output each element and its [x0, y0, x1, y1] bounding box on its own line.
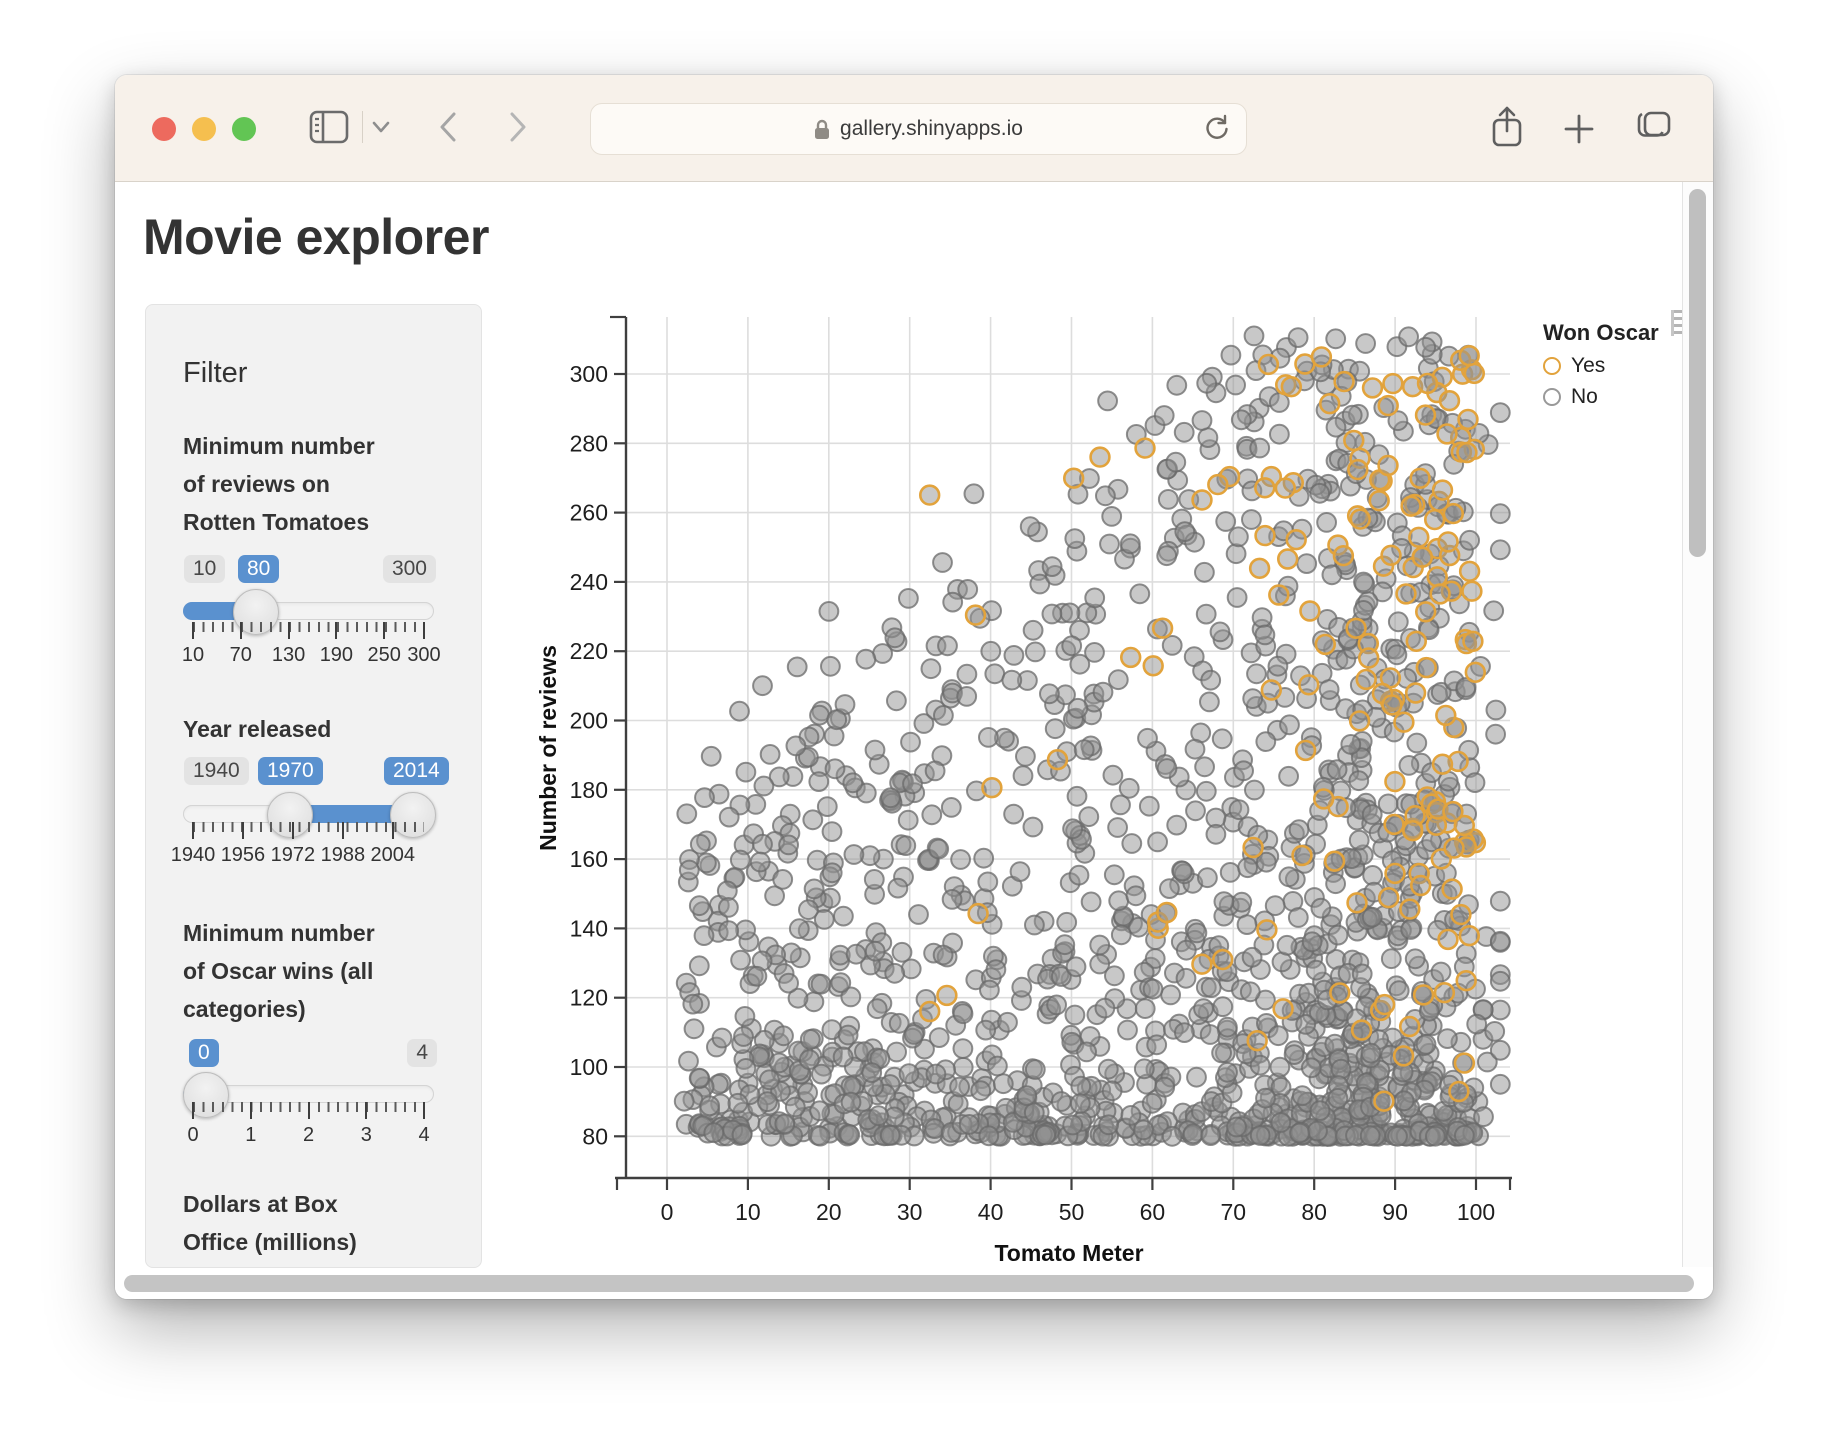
svg-text:Number of reviews: Number of reviews [535, 645, 561, 851]
slider-boxoffice-label: Dollars at BoxOffice (millions) [183, 1185, 458, 1261]
horizontal-scrollbar-thumb[interactable] [124, 1275, 1694, 1292]
svg-text:100: 100 [1457, 1199, 1495, 1225]
chevron-down-icon[interactable] [371, 120, 391, 134]
page-title: Movie explorer [143, 208, 489, 266]
svg-text:280: 280 [570, 430, 608, 456]
slider-reviews-badges: 10 80 300 [146, 555, 481, 587]
svg-text:100: 100 [570, 1054, 608, 1080]
svg-text:40: 40 [978, 1199, 1004, 1225]
back-icon[interactable] [437, 111, 459, 143]
svg-text:180: 180 [570, 777, 608, 803]
reload-icon[interactable] [1202, 113, 1232, 145]
svg-text:300: 300 [570, 361, 608, 387]
slider-max-badge: 4 [407, 1039, 437, 1067]
legend-swatch-no [1543, 388, 1561, 406]
svg-text:70: 70 [1221, 1199, 1247, 1225]
svg-text:10: 10 [735, 1199, 761, 1225]
plot-legend: Won Oscar Yes No [1543, 320, 1659, 416]
svg-text:50: 50 [1059, 1199, 1085, 1225]
svg-text:120: 120 [570, 985, 608, 1011]
url-text: gallery.shinyapps.io [840, 117, 1023, 141]
slider-value-badge: 0 [189, 1039, 219, 1067]
filter-heading: Filter [183, 357, 247, 390]
slider-reviews-label: Minimum numberof reviews onRotten Tomato… [183, 427, 458, 541]
svg-text:20: 20 [816, 1199, 842, 1225]
svg-text:200: 200 [570, 708, 608, 734]
scatter-points-no-oscar [675, 327, 1510, 1146]
svg-text:30: 30 [897, 1199, 923, 1225]
tab-overview-icon[interactable] [1635, 110, 1673, 146]
screenshot-root: gallery.shinyapps.io Movi [0, 0, 1824, 1444]
svg-text:240: 240 [570, 569, 608, 595]
legend-label-no: No [1571, 385, 1598, 409]
slider-value-badge: 80 [238, 555, 279, 583]
legend-title: Won Oscar [1543, 320, 1659, 346]
svg-text:60: 60 [1140, 1199, 1166, 1225]
legend-swatch-yes [1543, 357, 1561, 375]
svg-text:260: 260 [570, 500, 608, 526]
toolbar-divider [362, 111, 363, 143]
share-icon[interactable] [1490, 105, 1524, 149]
slider-max-badge: 300 [383, 555, 436, 583]
address-bar[interactable]: gallery.shinyapps.io [590, 103, 1247, 155]
new-tab-icon[interactable] [1563, 113, 1595, 145]
svg-text:Tomato Meter: Tomato Meter [994, 1240, 1143, 1266]
svg-text:220: 220 [570, 638, 608, 664]
slider-to-badge: 2014 [384, 757, 449, 785]
scatter-plot: 80 100 120 140 160 180 200 220 240 260 280 300 0 10 20… [480, 282, 1690, 1282]
slider-year-ruler: 19401956197219882004 [183, 822, 434, 866]
minimize-window-button[interactable] [192, 117, 216, 141]
legend-entry-no: No [1543, 385, 1659, 409]
lock-icon [814, 119, 830, 140]
legend-entry-yes: Yes [1543, 354, 1659, 378]
slider-year-badges: 1940 1970 2014 [146, 757, 481, 789]
slider-oscars-badges: 0 4 [146, 1039, 481, 1071]
filter-panel: Filter Minimum numberof reviews onRotten… [145, 304, 482, 1268]
browser-toolbar: gallery.shinyapps.io [115, 75, 1713, 182]
svg-text:80: 80 [582, 1123, 608, 1149]
svg-text:160: 160 [570, 846, 608, 872]
close-window-button[interactable] [152, 117, 176, 141]
slider-reviews-track[interactable] [183, 602, 434, 620]
slider-oscars-label: Minimum numberof Oscar wins (allcategori… [183, 914, 458, 1028]
slider-min-badge: 1940 [184, 757, 249, 785]
vertical-scrollbar-thumb[interactable] [1689, 189, 1706, 557]
slider-oscars-ruler: 01234 [183, 1102, 434, 1146]
legend-label-yes: Yes [1571, 354, 1605, 378]
zoom-window-button[interactable] [232, 117, 256, 141]
slider-year-label: Year released [183, 710, 458, 748]
page-content: Movie explorer Filter Minimum numberof r… [115, 182, 1713, 1299]
svg-text:140: 140 [570, 915, 608, 941]
sidebar-toggle-icon[interactable] [309, 110, 349, 144]
svg-text:90: 90 [1382, 1199, 1408, 1225]
forward-icon[interactable] [507, 111, 529, 143]
svg-text:0: 0 [661, 1199, 674, 1225]
slider-min-badge: 10 [184, 555, 225, 583]
svg-text:80: 80 [1301, 1199, 1327, 1225]
safari-window: gallery.shinyapps.io Movi [115, 75, 1713, 1299]
slider-reviews-ruler: 1070130190250300 [183, 622, 434, 666]
slider-from-badge: 1970 [258, 757, 323, 785]
